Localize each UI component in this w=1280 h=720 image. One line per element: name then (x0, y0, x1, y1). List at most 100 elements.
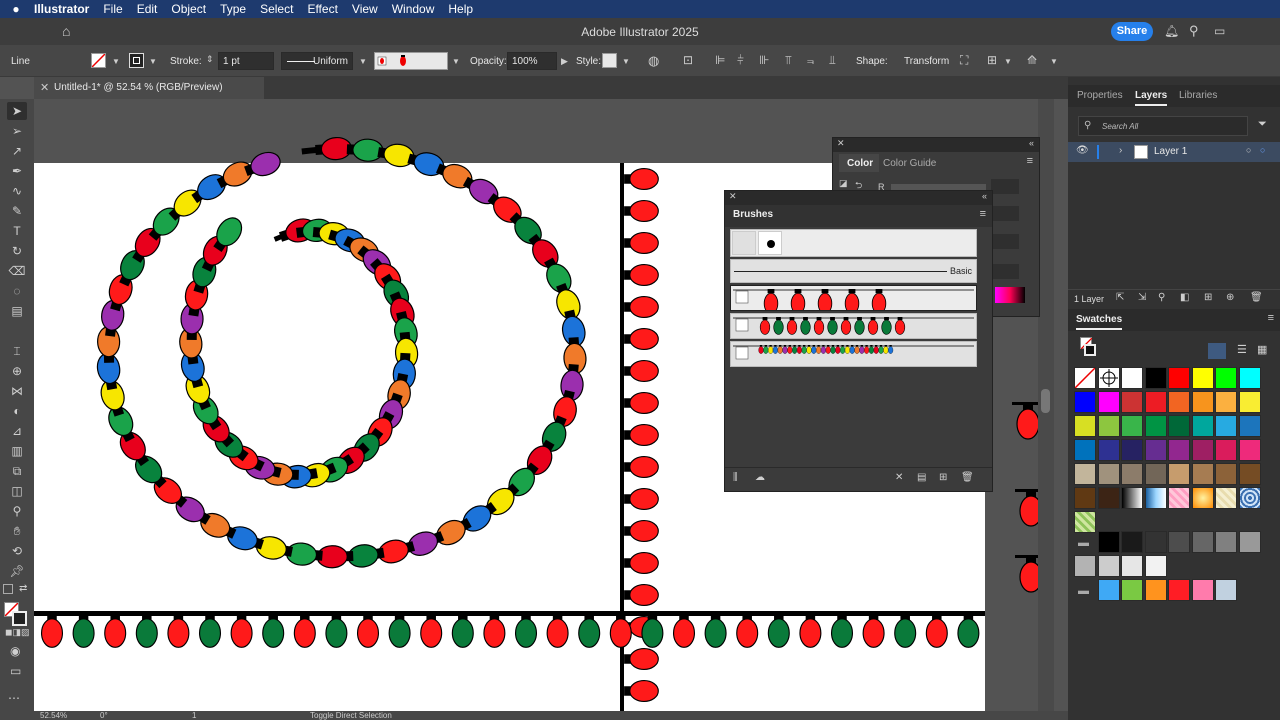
remove-brush-stroke-icon[interactable]: ✕ (895, 472, 903, 483)
swatch-color[interactable] (1144, 555, 1167, 577)
swatch-color[interactable] (1238, 391, 1261, 413)
brush-basic-row[interactable]: Basic (730, 259, 977, 283)
swatch-color[interactable] (1191, 391, 1214, 413)
panel-menu-icon[interactable]: ≡ (1027, 155, 1033, 167)
swatch-color[interactable] (1238, 367, 1261, 389)
swatch-color[interactable] (1168, 439, 1190, 461)
swatch-color[interactable] (1121, 463, 1143, 485)
recolor-artwork-icon[interactable]: ◍ (648, 53, 659, 69)
draw-mode-icon[interactable]: ◉ (10, 644, 20, 658)
chevron-down-icon[interactable]: ▼ (1050, 57, 1058, 66)
document-tab[interactable]: ✕ Untitled-1* @ 52.54 % (RGB/Preview) (34, 77, 264, 99)
tab-libraries[interactable]: Libraries (1179, 90, 1217, 101)
grid-view-icon[interactable]: ▦ (1257, 343, 1267, 356)
swatch-pattern-pink[interactable] (1168, 487, 1190, 509)
window-layout-icon[interactable]: ▭ (1214, 24, 1225, 38)
brush-multicolor-bulbs-row[interactable] (730, 341, 977, 367)
align-left-icon[interactable]: ⊫ (715, 53, 725, 67)
swatch-color[interactable] (1215, 579, 1237, 601)
swatch-none[interactable] (1074, 367, 1096, 389)
swatch-color[interactable] (1074, 555, 1096, 577)
clipping-mask-icon[interactable]: ◧ (1180, 292, 1189, 303)
swatch-color[interactable] (1215, 463, 1237, 485)
swatch-color[interactable] (1144, 367, 1167, 389)
delete-brush-icon[interactable]: 🗑︎ (961, 472, 974, 483)
swatch-color[interactable] (1215, 391, 1237, 413)
swatch-color[interactable] (1121, 391, 1143, 413)
direct-selection-tool-icon[interactable]: ➢ (7, 122, 27, 140)
swatch-color[interactable] (1168, 531, 1190, 553)
hand-tool-icon[interactable]: ✋︎ (7, 522, 27, 540)
shape-label[interactable]: Shape: (856, 56, 888, 67)
gradient-tool-icon[interactable]: ▤ (7, 302, 27, 320)
default-fill-stroke-icon[interactable] (3, 584, 13, 594)
swatch-color[interactable] (1121, 579, 1143, 601)
apple-icon[interactable]: ● (8, 2, 24, 16)
swatch-color[interactable] (1238, 531, 1261, 553)
panel-menu-icon[interactable]: ≡ (980, 208, 986, 220)
new-sublayer-icon[interactable]: ⊞ (1204, 292, 1212, 303)
graphic-style-swatch[interactable] (602, 53, 617, 68)
brush-redgreen-bulbs-row[interactable] (730, 313, 977, 339)
swatch-color[interactable] (1074, 439, 1096, 461)
menu-select[interactable]: Select (260, 2, 293, 16)
swatch-pattern-blue[interactable] (1238, 487, 1261, 509)
share-button[interactable]: Share (1111, 22, 1153, 41)
brush-red-bulbs-row[interactable] (730, 285, 977, 315)
puppet-warp-icon[interactable]: ⟰ (1027, 53, 1037, 67)
swatch-color[interactable] (1168, 579, 1190, 601)
swatch-gradient-blue[interactable] (1144, 487, 1167, 509)
brush-libraries-icon[interactable]: ⫼ (733, 472, 738, 483)
swatch-color[interactable] (1097, 463, 1120, 485)
swatch-gradient-orange[interactable] (1191, 487, 1214, 509)
curvature-tool-icon[interactable]: ∿ (7, 182, 27, 200)
swatch-pattern-green[interactable] (1074, 511, 1096, 533)
swatch-color[interactable] (1144, 531, 1167, 553)
swatch-color[interactable] (1144, 391, 1167, 413)
chevron-down-icon[interactable]: ▼ (1004, 57, 1012, 66)
pin-tool-icon[interactable]: 📌︎ (7, 562, 27, 580)
chart-tool-icon[interactable]: ▥ (7, 442, 27, 460)
swatch-color[interactable] (1238, 439, 1261, 461)
stepper-icon[interactable]: ⇕ (206, 54, 214, 65)
swatch-stroke-indicator[interactable] (1084, 344, 1096, 356)
lasso-tool-icon[interactable]: ◌ (7, 282, 27, 300)
layers-search-box[interactable]: ⚲ Search All (1078, 116, 1248, 136)
swatch-color[interactable] (1074, 415, 1096, 437)
libraries-panel-icon[interactable]: ☁ (755, 472, 765, 483)
align-top-icon[interactable]: ⫪ (785, 53, 792, 68)
menu-help[interactable]: Help (448, 2, 473, 16)
scroll-thumb[interactable] (1041, 389, 1050, 413)
chevron-down-icon[interactable]: ▼ (359, 57, 367, 66)
swatch-color[interactable] (1168, 367, 1190, 389)
edit-toolbar-icon[interactable]: ⋯ (8, 691, 20, 705)
shape-builder-tool-icon[interactable]: ⊕ (7, 362, 27, 380)
close-icon[interactable]: ✕ (837, 138, 845, 149)
show-swatch-kinds-icon[interactable] (1208, 343, 1226, 359)
align-to-icon[interactable]: ⊡ (683, 53, 693, 67)
swatch-color[interactable] (1168, 415, 1190, 437)
locate-object-icon[interactable]: ⇲ (1138, 292, 1146, 303)
align-bottom-icon[interactable]: ⫫ (829, 53, 836, 68)
folder-icon[interactable]: ▬ (1078, 585, 1089, 597)
artboard-tool-icon[interactable]: ⧉ (7, 462, 27, 480)
variable-width-profile-select[interactable]: Uniform (281, 52, 353, 70)
swatch-color[interactable] (1168, 463, 1190, 485)
channel-g-field[interactable] (991, 206, 1019, 221)
slice-tool-icon[interactable]: ◫ (7, 482, 27, 500)
channel-b-field[interactable] (991, 234, 1019, 249)
tab-swatches[interactable]: Swatches (1076, 314, 1123, 330)
brush-options-icon[interactable]: ▤ (917, 472, 926, 483)
swatch-color[interactable] (1215, 415, 1237, 437)
menu-effect[interactable]: Effect (307, 2, 337, 16)
filter-icon[interactable]: ⏷ (1258, 118, 1267, 131)
light-bulb[interactable] (346, 138, 384, 162)
swatch-color[interactable] (1191, 439, 1214, 461)
swatch-color[interactable] (1191, 367, 1214, 389)
target-icon[interactable]: ○ (1246, 145, 1251, 155)
measure-tool-icon[interactable]: ⊿ (7, 422, 27, 440)
swatch-color[interactable] (1097, 487, 1120, 509)
swatch-color[interactable] (1121, 439, 1143, 461)
swatch-color[interactable] (1215, 367, 1237, 389)
menu-app[interactable]: Illustrator (34, 2, 89, 16)
